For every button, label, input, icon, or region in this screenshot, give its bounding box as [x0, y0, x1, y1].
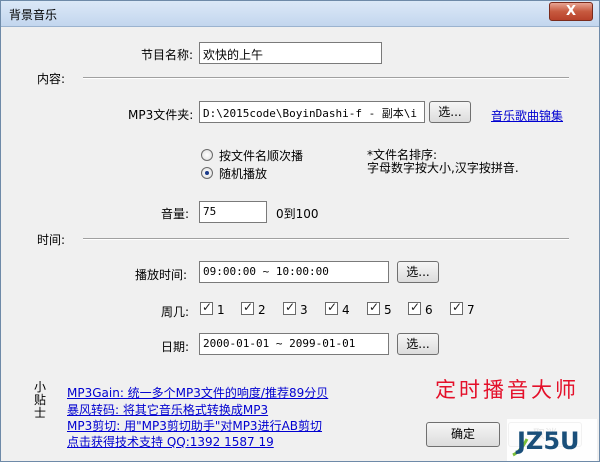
mp3-folder-label: MP3文件夹:: [128, 108, 194, 122]
weekday-6-label: 6: [425, 303, 433, 317]
svg-text:JZ5U: JZ5U: [515, 427, 580, 455]
mp3-folder-input[interactable]: D:\2015code\BoyinDashi-f - 副本\i: [199, 101, 425, 123]
random-play-radio[interactable]: [201, 167, 213, 179]
time-section-label: 时间:: [37, 233, 66, 247]
weekday-2-label: 2: [258, 303, 266, 317]
date-label: 日期:: [161, 340, 190, 354]
tech-support-link[interactable]: 点击获得技术支持 QQ:1392 1587 19: [67, 433, 274, 450]
weekday-3-label: 3: [300, 303, 308, 317]
weekday-7-checkbox[interactable]: [450, 300, 463, 315]
window-title: 背景音乐: [9, 8, 58, 22]
play-time-input[interactable]: 09:00:00 ~ 10:00:00: [199, 261, 389, 283]
format-convert-link[interactable]: 暴风转码: 将其它音乐格式转换成MP3: [67, 401, 268, 418]
play-time-label: 播放时间:: [135, 268, 188, 282]
program-name-label: 节目名称:: [141, 48, 194, 62]
brand-text: 定时播音大师: [435, 378, 579, 402]
weekday-1-checkbox[interactable]: [200, 300, 213, 315]
weekday-3-checkbox[interactable]: [283, 300, 296, 315]
date-range-input[interactable]: 2000-01-01 ~ 2099-01-01: [199, 333, 389, 355]
close-button[interactable]: X: [549, 2, 593, 21]
time-divider: [83, 238, 569, 240]
weekday-5-label: 5: [384, 303, 392, 317]
weekday-6-checkbox[interactable]: [408, 300, 421, 315]
weekday-4-checkbox[interactable]: [325, 300, 338, 315]
content-section-label: 内容:: [37, 72, 66, 86]
mp3gain-link[interactable]: MP3Gain: 统一多个MP3文件的响度/推荐89分贝: [67, 384, 328, 401]
program-name-input[interactable]: 欢快的上午: [199, 42, 382, 64]
volume-label: 音量:: [161, 207, 190, 221]
music-collection-link[interactable]: 音乐歌曲锦集: [491, 107, 563, 124]
volume-input[interactable]: 75: [199, 201, 267, 223]
jz5u-logo: JZ5U: [507, 419, 597, 461]
weekday-7-label: 7: [467, 303, 475, 317]
volume-range-label: 0到100: [276, 207, 319, 221]
background-music-dialog: 背景音乐 X 节目名称: 欢快的上午 内容: MP3文件夹: D:\2015co…: [0, 0, 600, 462]
title-bar: 背景音乐 X: [1, 1, 599, 27]
ok-button[interactable]: 确定: [426, 422, 500, 447]
weekday-1-label: 1: [217, 303, 225, 317]
weekday-2-checkbox[interactable]: [241, 300, 254, 315]
weekday-4-label: 4: [342, 303, 350, 317]
weekday-5-checkbox[interactable]: [367, 300, 380, 315]
weekday-label: 周几:: [161, 305, 190, 319]
mp3-cut-link[interactable]: MP3剪切: 用"MP3剪切助手"对MP3进行AB剪切: [67, 417, 322, 434]
browse-folder-button[interactable]: 选...: [429, 101, 471, 123]
sort-note-detail: 字母数字按大小,汉字按拼音.: [367, 161, 519, 175]
content-divider: [83, 77, 569, 79]
play-time-select-button[interactable]: 选...: [397, 261, 439, 283]
tips-label: 小贴士: [34, 380, 47, 420]
random-play-label: 随机播放: [219, 167, 268, 181]
date-select-button[interactable]: 选...: [397, 333, 439, 355]
order-by-filename-label: 按文件名顺次播: [219, 149, 304, 163]
order-by-filename-radio[interactable]: [201, 149, 213, 161]
